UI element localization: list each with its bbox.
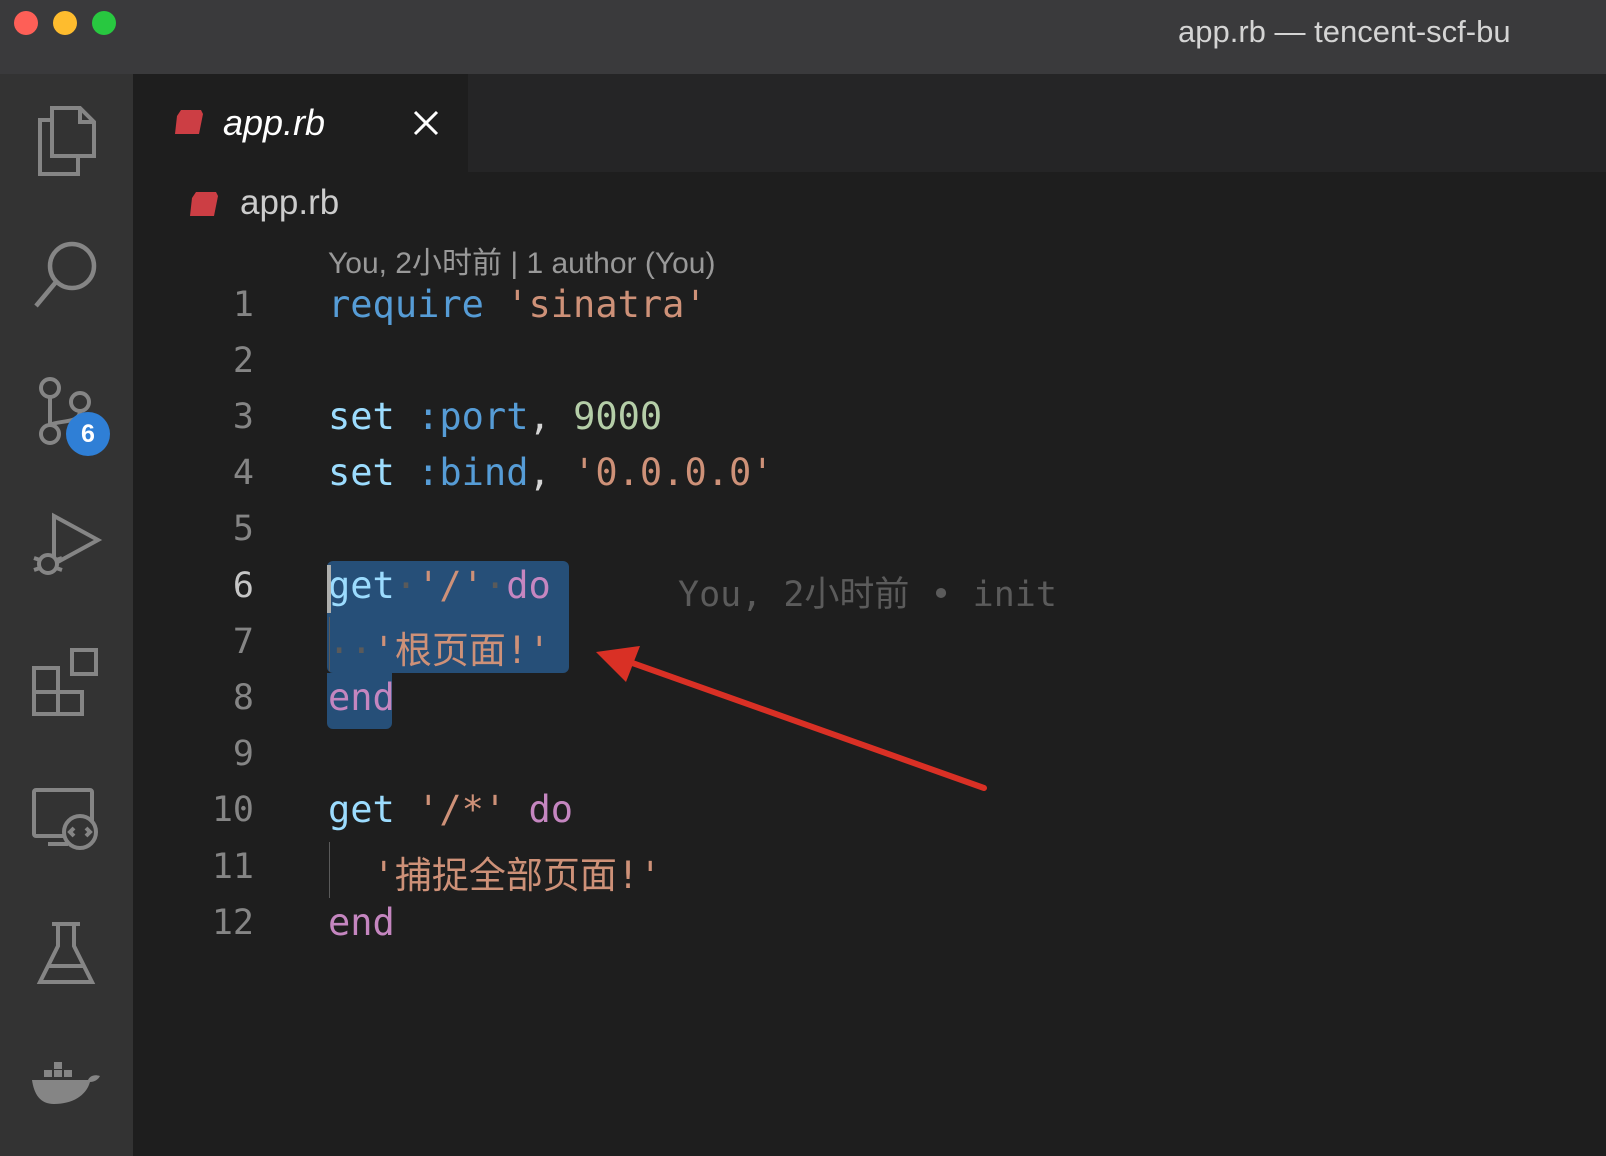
docker-icon[interactable] <box>28 1052 104 1128</box>
number-literal: 9000 <box>573 395 663 438</box>
line-number: 10 <box>211 790 254 830</box>
method-call: set <box>328 451 395 494</box>
explorer-icon[interactable] <box>28 100 104 176</box>
close-window-button[interactable] <box>14 11 38 35</box>
annotation-arrow-icon <box>596 646 987 791</box>
ruby-file-icon <box>175 110 203 134</box>
code-line-7[interactable]: ··'根页面!' <box>328 620 550 674</box>
ruby-file-icon <box>190 192 218 216</box>
line-number: 8 <box>232 678 254 718</box>
line-number: 4 <box>232 453 254 493</box>
code-line-11[interactable]: '捕捉全部页面!' <box>328 845 662 899</box>
method-call: get <box>328 564 395 607</box>
string-literal: '根页面!' <box>372 629 551 672</box>
line-number-active: 6 <box>232 566 254 606</box>
code-line-10[interactable]: get '/*' do <box>328 788 573 831</box>
code-line-8[interactable]: end <box>328 676 395 719</box>
codelens-blame[interactable]: You, 2小时前 | 1 author (You) <box>328 238 715 282</box>
punctuation: , <box>528 451 551 494</box>
symbol: :bind <box>417 451 529 494</box>
close-tab-icon[interactable] <box>411 108 441 138</box>
keyword: end <box>328 676 395 719</box>
line-number: 11 <box>211 847 254 887</box>
string-literal: '0.0.0.0' <box>573 451 774 494</box>
method-call: get <box>328 788 395 831</box>
line-number: 5 <box>232 509 254 549</box>
minimize-window-button[interactable] <box>53 11 77 35</box>
inline-blame: You, 2小时前 • init <box>678 575 1057 615</box>
string-literal: 'sinatra' <box>506 283 707 326</box>
code-line-3[interactable]: set :port, 9000 <box>328 395 662 438</box>
keyword: do <box>528 788 574 831</box>
window-title: app.rb — tencent-scf-bu <box>1178 14 1511 49</box>
tab-bar: app.rb <box>133 74 1606 172</box>
breadcrumb-file[interactable]: app.rb <box>240 183 339 223</box>
text-cursor <box>327 565 331 613</box>
code-line-6[interactable]: get·'/'·do <box>328 564 551 607</box>
code-line-1[interactable]: require 'sinatra' <box>328 283 707 326</box>
line-number: 12 <box>211 903 254 943</box>
title-bar: app.rb — tencent-scf-bu <box>0 0 1606 75</box>
keyword: end <box>328 901 395 944</box>
string-literal: '/' <box>417 564 484 607</box>
string-literal: '捕捉全部页面!' <box>372 854 662 897</box>
line-number: 2 <box>232 341 254 381</box>
line-number: 9 <box>232 734 254 774</box>
line-number: 7 <box>232 622 254 662</box>
code-line-4[interactable]: set :bind, '0.0.0.0' <box>328 451 774 494</box>
method-call: set <box>328 395 395 438</box>
string-literal: '/*' <box>417 788 507 831</box>
keyword: require <box>328 283 484 326</box>
keyword: do <box>506 564 551 607</box>
punctuation: , <box>528 395 551 438</box>
tab-label: app.rb <box>223 102 326 143</box>
tab-app-rb[interactable]: app.rb <box>133 74 468 172</box>
symbol: :port <box>417 395 529 438</box>
line-number: 3 <box>232 397 254 437</box>
line-number: 1 <box>232 285 254 325</box>
maximize-window-button[interactable] <box>92 11 116 35</box>
code-line-12[interactable]: end <box>328 901 395 944</box>
